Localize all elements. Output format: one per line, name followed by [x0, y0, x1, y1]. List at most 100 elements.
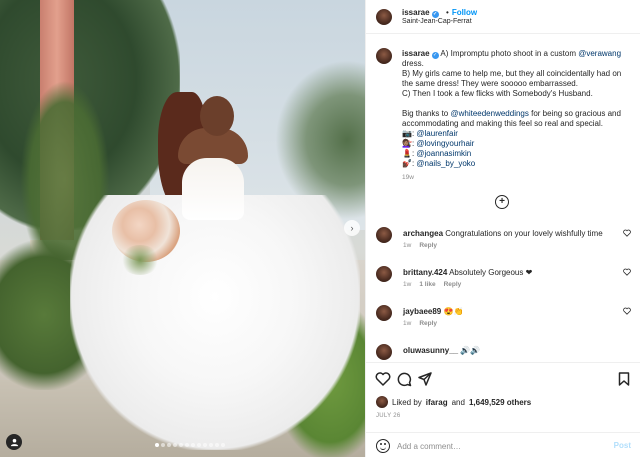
mention-link[interactable]: @lovingyourhair — [416, 139, 474, 148]
mention-link[interactable]: @nails_by_yoko — [416, 159, 475, 168]
share-icon[interactable] — [417, 371, 433, 387]
comment-age[interactable]: 1w — [403, 320, 411, 327]
carousel-dot — [191, 443, 195, 447]
photo-bodice — [182, 158, 244, 220]
chevron-right-icon[interactable]: › — [344, 220, 360, 236]
emoji-icon[interactable] — [376, 439, 390, 453]
post-photo[interactable]: › — [0, 0, 365, 457]
commenter-username[interactable]: oluwasunny__ — [403, 346, 458, 355]
carousel-dot — [203, 443, 207, 447]
bookmark-icon[interactable] — [616, 371, 632, 387]
post-location[interactable]: Saint-Jean-Cap-Ferrat — [402, 18, 472, 25]
comment-item: jaybaee89 😍👏 1w Reply — [366, 305, 640, 343]
caption-author-avatar[interactable] — [376, 48, 392, 64]
follow-label: Follow — [451, 8, 478, 17]
commenter-avatar[interactable] — [376, 305, 392, 321]
liker-username[interactable]: ifarag — [426, 398, 448, 407]
add-comment-bar: Post — [366, 432, 640, 457]
carousel-dot — [185, 443, 189, 447]
caption-age[interactable]: 19w — [402, 174, 414, 181]
post-actions: Liked by ifarag and 1,649,529 others JUL… — [366, 362, 640, 457]
carousel-dot — [215, 443, 219, 447]
caption-username[interactable]: issarae — [402, 49, 430, 58]
comment-age[interactable]: 1w — [403, 281, 411, 288]
comment-meta: 1w Reply — [403, 242, 437, 249]
comment-meta: 1w Reply — [403, 320, 437, 327]
comment-item: archangea Congratulations on your lovely… — [366, 227, 640, 265]
author-username[interactable]: issarae ✓ — [402, 8, 439, 18]
comment-input[interactable] — [397, 439, 597, 453]
comment-text: Absolutely Gorgeous ❤ — [449, 268, 533, 277]
credit-prefix: 💄: — [402, 149, 417, 158]
commenter-username[interactable]: archangea — [403, 229, 443, 238]
carousel-dot — [155, 443, 159, 447]
comment-text: 🔊🔊 — [460, 346, 481, 355]
carousel-dots — [155, 443, 225, 447]
carousel-dot — [197, 443, 201, 447]
caption-line-b: B) My girls came to help me, but they al… — [402, 69, 622, 88]
photo-bouquet-greenery — [120, 245, 160, 275]
caption-line-a-end: dress. — [402, 59, 424, 68]
carousel-dot — [209, 443, 213, 447]
verified-badge-icon: ✓ — [431, 52, 439, 59]
heart-icon[interactable] — [623, 229, 631, 239]
carousel-dot — [161, 443, 165, 447]
plus-icon: + — [499, 196, 505, 207]
post-sidebar: issarae ✓ • Follow Saint-Jean-Cap-Ferrat i… — [365, 0, 640, 457]
post-date[interactable]: JULY 26 — [376, 413, 401, 419]
carousel-dot — [179, 443, 183, 447]
heart-icon[interactable] — [623, 307, 631, 317]
comment-age[interactable]: 1w — [403, 242, 411, 249]
heart-icon[interactable] — [623, 268, 631, 278]
comment-item: brittany.424 Absolutely Gorgeous ❤ 1w 1 l… — [366, 266, 640, 304]
load-more-comments-button[interactable]: + — [495, 195, 509, 209]
carousel-dot — [221, 443, 225, 447]
author-avatar[interactable] — [376, 9, 392, 25]
commenter-avatar[interactable] — [376, 344, 392, 360]
instagram-post-modal: › issarae ✓ • Follow Saint-Jean-Cap-Ferrat — [0, 0, 640, 457]
comment-icon[interactable] — [396, 371, 412, 387]
caption-line-c: C) Then I took a few flicks with Somebod… — [402, 89, 593, 98]
liker-avatar[interactable] — [376, 396, 388, 408]
reply-button[interactable]: Reply — [419, 242, 437, 249]
reply-button[interactable]: Reply — [419, 320, 437, 327]
caption-line-a: A) Impromptu photo shoot in a custom — [440, 49, 579, 58]
post-comment-button[interactable]: Post — [614, 441, 631, 450]
likes-summary: Liked by ifarag and 1,649,529 others — [376, 396, 531, 408]
user-tag-icon[interactable] — [6, 434, 22, 450]
commenter-username[interactable]: brittany.424 — [403, 268, 447, 277]
comment-item: oluwasunny__ 🔊🔊 — [366, 344, 640, 362]
follow-button[interactable]: • Follow — [446, 8, 477, 17]
liked-by-label: Liked by — [392, 397, 422, 407]
commenter-avatar[interactable] — [376, 266, 392, 282]
post-header: issarae ✓ • Follow Saint-Jean-Cap-Ferrat — [366, 0, 640, 34]
comment-body: jaybaee89 😍👏 — [403, 307, 613, 317]
comment-like-count[interactable]: 1 like — [419, 281, 435, 288]
carousel-dot — [173, 443, 177, 447]
mention-link[interactable]: @verawang — [578, 49, 621, 58]
credit-prefix: 📷: — [402, 129, 417, 138]
commenter-username[interactable]: jaybaee89 — [403, 307, 441, 316]
carousel-dot — [167, 443, 171, 447]
caption-thanks: Big thanks to — [402, 109, 451, 118]
comment-text: Congratulations on your lovely wishfully… — [445, 229, 603, 238]
credit-prefix: 💇🏽‍♀️: — [402, 139, 417, 148]
comment-body: brittany.424 Absolutely Gorgeous ❤ — [403, 268, 613, 278]
comment-body: archangea Congratulations on your lovely… — [403, 229, 613, 239]
likes-count-link[interactable]: 1,649,529 others — [469, 398, 531, 407]
mention-link[interactable]: @whiteedenweddings — [450, 109, 528, 118]
mention-link[interactable]: @joannasimkin — [416, 149, 471, 158]
comment-text: 😍👏 — [443, 307, 464, 316]
comment-meta: 1w 1 like Reply — [403, 281, 461, 288]
likes-and: and — [451, 397, 465, 407]
photo-head — [200, 96, 234, 136]
caption-text: issarae ✓ A) Impromptu photo shoot in a c… — [402, 49, 634, 169]
heart-icon[interactable] — [375, 371, 391, 387]
separator-dot: • — [446, 8, 449, 17]
comment-body: oluwasunny__ 🔊🔊 — [403, 346, 613, 356]
commenter-avatar[interactable] — [376, 227, 392, 243]
verified-badge-icon: ✓ — [431, 11, 439, 18]
mention-link[interactable]: @laurenfair — [416, 129, 457, 138]
credit-prefix: 💅🏿: — [402, 159, 417, 168]
reply-button[interactable]: Reply — [444, 281, 462, 288]
